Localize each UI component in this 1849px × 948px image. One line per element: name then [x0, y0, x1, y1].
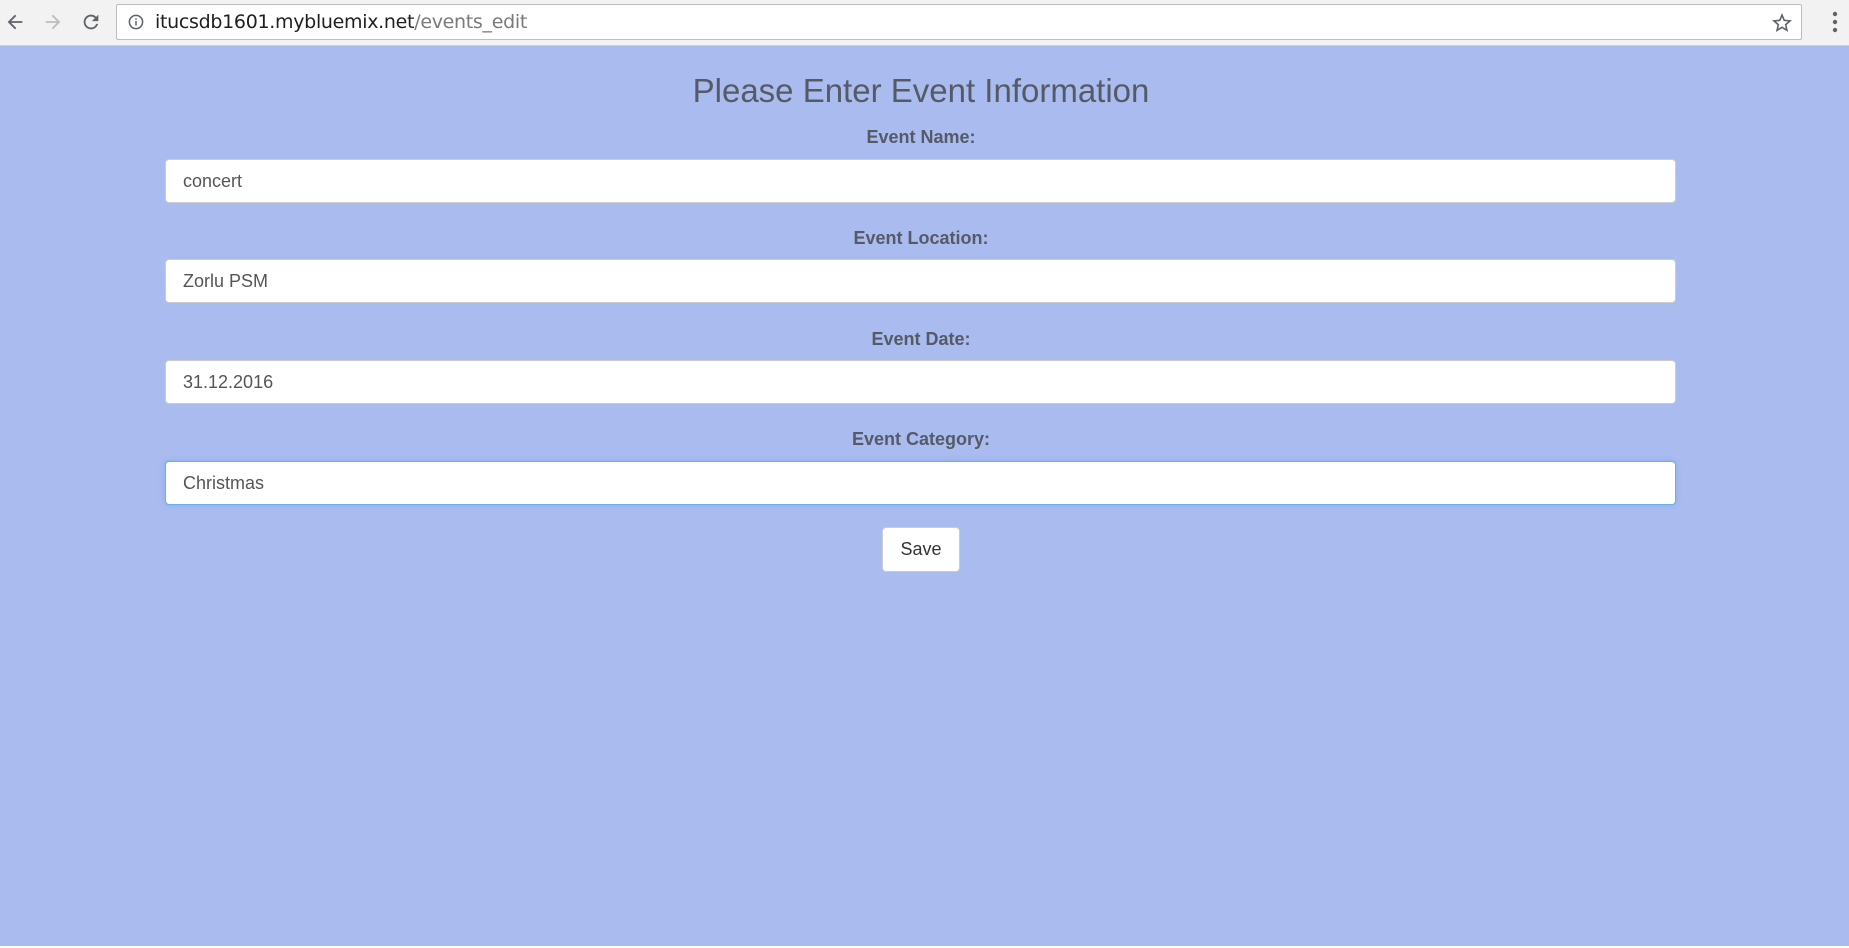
back-button[interactable] — [0, 7, 30, 37]
back-arrow-icon — [7, 14, 23, 30]
event-location-input[interactable] — [165, 259, 1676, 303]
reload-icon — [83, 14, 99, 30]
event-location-label: Event Location: — [853, 228, 989, 248]
kebab-menu-icon[interactable] — [1829, 8, 1841, 36]
save-button[interactable]: Save — [882, 527, 960, 572]
page-content: Please Enter Event Information Event Nam… — [0, 46, 1849, 946]
event-date-input[interactable] — [165, 360, 1676, 404]
address-bar[interactable]: itucsdb1601.mybluemix.net/events_edit — [116, 4, 1802, 40]
browser-toolbar: itucsdb1601.mybluemix.net/events_edit — [0, 0, 1849, 46]
event-category-label: Event Category: — [851, 429, 991, 449]
page-title: Please Enter Event Information — [692, 72, 1150, 109]
url-path: /events_edit — [414, 11, 528, 33]
event-date-label: Event Date: — [871, 329, 971, 349]
forward-button[interactable] — [38, 7, 68, 37]
url-text[interactable]: itucsdb1601.mybluemix.net/events_edit — [155, 5, 527, 39]
url-host: itucsdb1601.mybluemix.net — [155, 11, 415, 33]
bookmark-star-icon[interactable] — [1770, 11, 1794, 35]
reload-button[interactable] — [76, 7, 106, 37]
site-info-icon[interactable] — [128, 14, 144, 30]
event-name-label: Event Name: — [866, 127, 976, 147]
event-category-input[interactable] — [165, 461, 1676, 505]
forward-arrow-icon — [45, 14, 61, 30]
event-name-input[interactable] — [165, 159, 1676, 203]
